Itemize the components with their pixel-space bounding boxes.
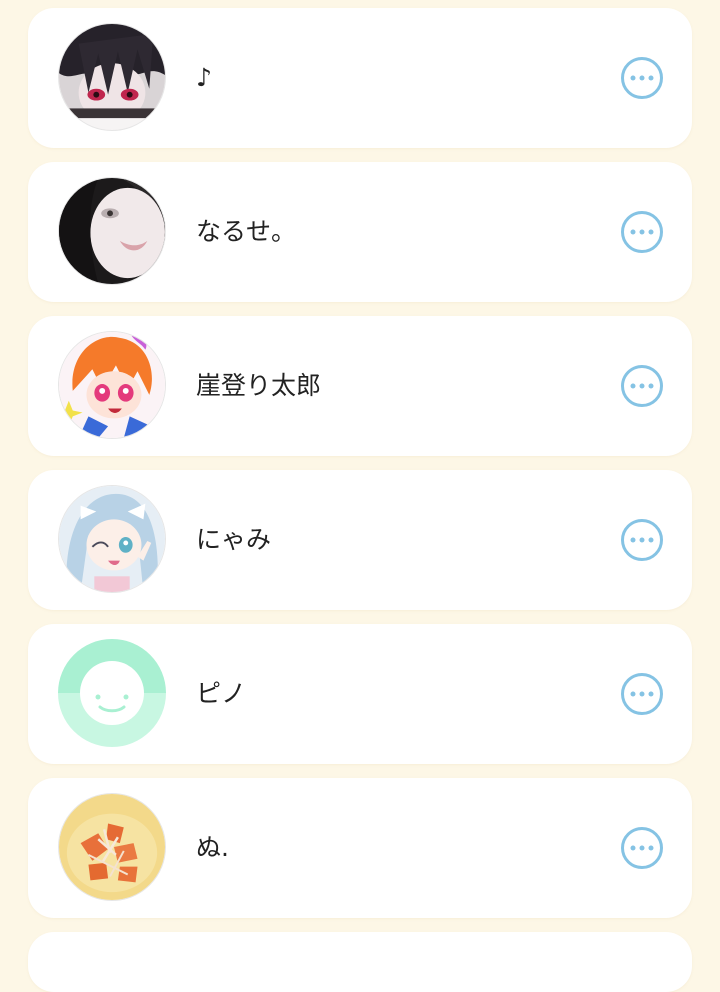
more-options-button[interactable]: [621, 57, 663, 99]
user-name: なるせ。: [196, 217, 297, 246]
default-smiley-avatar-icon: [58, 639, 166, 747]
avatar[interactable]: [58, 331, 166, 439]
user-name: ピノ: [196, 679, 247, 708]
more-options-button[interactable]: [621, 827, 663, 869]
user-name: ♪: [196, 63, 212, 92]
user-list-item[interactable]: ♪: [28, 8, 692, 148]
user-list-item[interactable]: 崖登り太郎: [28, 316, 692, 456]
more-options-button[interactable]: [621, 673, 663, 715]
user-list: ♪ なるせ。 崖登り太郎 にゃみ ピノ ぬ.: [28, 8, 692, 992]
more-options-icon: [630, 75, 654, 81]
user-list-item[interactable]: なるせ。: [28, 162, 692, 302]
avatar[interactable]: [58, 485, 166, 593]
avatar[interactable]: [58, 23, 166, 131]
more-options-icon: [630, 537, 654, 543]
avatar[interactable]: [58, 793, 166, 901]
blue-haired-anime-girl-avatar-icon: [59, 486, 165, 592]
more-options-icon: [630, 383, 654, 389]
pale-face-portrait-avatar-icon: [59, 178, 165, 284]
more-options-icon: [630, 691, 654, 697]
more-options-button[interactable]: [621, 365, 663, 407]
more-options-button[interactable]: [621, 519, 663, 561]
user-list-item[interactable]: ピノ: [28, 624, 692, 764]
food-photo-avatar-icon: [59, 794, 165, 900]
user-name: 崖登り太郎: [196, 371, 322, 400]
user-name: にゃみ: [196, 525, 272, 554]
orange-haired-anime-girl-avatar-icon: [59, 332, 165, 438]
user-list-item[interactable]: ぬ.: [28, 778, 692, 918]
more-options-button[interactable]: [621, 211, 663, 253]
more-options-icon: [630, 845, 654, 851]
user-list-item-partial[interactable]: [28, 932, 692, 992]
avatar[interactable]: [58, 177, 166, 285]
avatar[interactable]: [58, 639, 166, 747]
user-name: ぬ.: [196, 833, 229, 862]
user-list-item[interactable]: にゃみ: [28, 470, 692, 610]
more-options-icon: [630, 229, 654, 235]
dark-haired-character-avatar-icon: [59, 24, 165, 130]
